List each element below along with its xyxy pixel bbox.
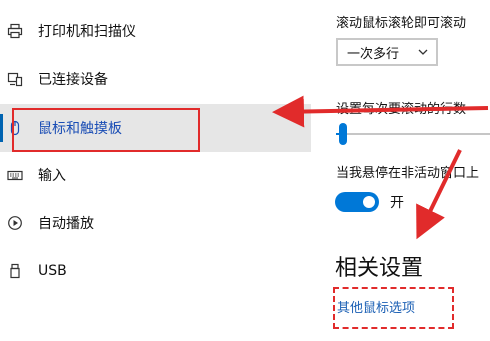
sidebar-item-label: 已连接设备: [38, 72, 108, 88]
selection-indicator: [0, 114, 3, 142]
chevron-down-icon: [417, 46, 429, 62]
lines-slider-thumb[interactable]: [339, 123, 347, 145]
related-settings-heading: 相关设置: [335, 256, 424, 281]
lines-slider-track[interactable]: [336, 133, 490, 135]
printer-icon: [6, 22, 24, 40]
toggle-knob: [363, 196, 375, 208]
annotation-highlight-box: [12, 108, 200, 152]
sidebar-item-usb[interactable]: USB: [0, 247, 311, 295]
usb-icon: [6, 262, 24, 280]
toggle-state-label: 开: [390, 195, 404, 211]
connected-devices-icon: [6, 70, 24, 88]
annotation-dashed-box: [333, 287, 454, 329]
sidebar-item-label: USB: [38, 263, 67, 279]
settings-sidebar: 打印机和扫描仪 已连接设备 鼠标和触摸板 输入 自动播放 USB: [0, 0, 311, 341]
sidebar-item-label: 自动播放: [38, 216, 94, 232]
scroll-mode-value: 一次多行: [347, 46, 400, 62]
inactive-scroll-toggle[interactable]: [335, 192, 379, 212]
inactive-scroll-label: 当我悬停在非活动窗口上: [336, 166, 480, 181]
sidebar-item-label: 打印机和扫描仪: [38, 24, 136, 40]
autoplay-icon: [6, 214, 24, 232]
sidebar-item-autoplay[interactable]: 自动播放: [0, 199, 311, 247]
scroll-mode-dropdown[interactable]: 一次多行: [336, 38, 438, 66]
sidebar-item-printers[interactable]: 打印机和扫描仪: [0, 7, 311, 55]
sidebar-item-connected-devices[interactable]: 已连接设备: [0, 55, 311, 103]
keyboard-icon: [6, 166, 24, 184]
sidebar-item-typing[interactable]: 输入: [0, 151, 311, 199]
scroll-wheel-label: 滚动鼠标滚轮即可滚动: [336, 16, 467, 31]
lines-per-scroll-label: 设置每次要滚动的行数: [336, 102, 467, 117]
sidebar-item-label: 输入: [38, 168, 66, 184]
